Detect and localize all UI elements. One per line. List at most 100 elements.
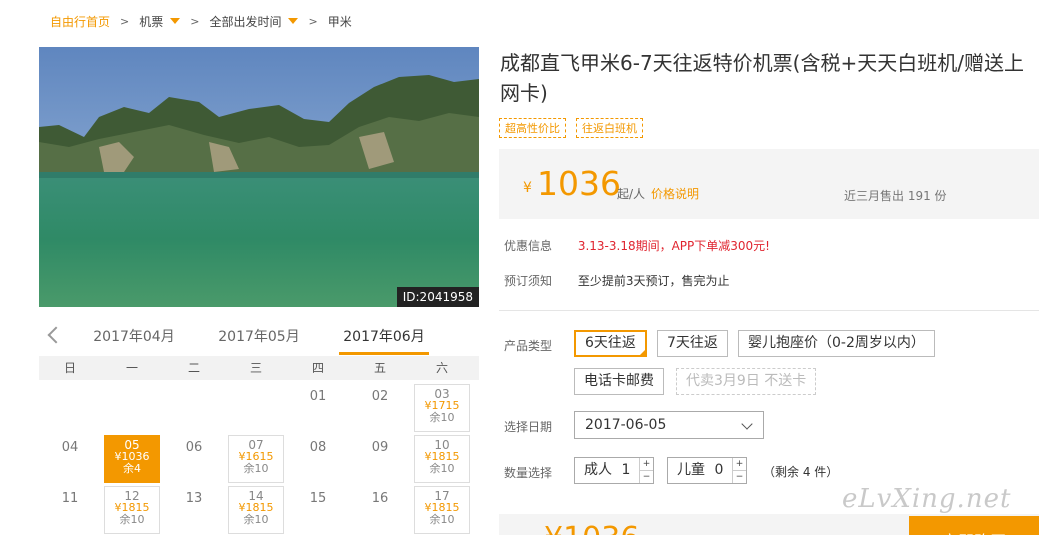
landscape-photo: [39, 47, 479, 307]
stepper-buttons: + −: [639, 458, 653, 483]
adult-label: 成人: [584, 462, 612, 478]
tab-month-april[interactable]: 2017年04月: [89, 326, 179, 346]
weekday-label: 五: [373, 361, 386, 375]
previous-month-icon[interactable]: [47, 326, 59, 342]
increment-button[interactable]: +: [733, 458, 746, 470]
calendar-day-available[interactable]: 07 ¥1615 余10: [228, 435, 284, 483]
calendar-day-available[interactable]: 12 ¥1815 余10: [104, 486, 160, 534]
notice-row: 预订须知 至少提前3天预订，售完为止: [504, 272, 729, 289]
option-7-day-return[interactable]: 7天往返: [657, 330, 728, 357]
image-id-badge: ID:2041958: [396, 287, 479, 307]
notice-text: 至少提前3天预订，售完为止: [577, 274, 730, 288]
price-box: ¥ 1036 起/人 价格说明 近三月售出 191 份: [499, 149, 1039, 219]
promo-label: 优惠信息: [504, 239, 553, 253]
child-quantity-input[interactable]: 0: [706, 458, 732, 483]
calendar-day: 08: [309, 440, 327, 455]
tab-month-may[interactable]: 2017年05月: [214, 326, 304, 346]
adult-quantity-input[interactable]: 1: [613, 458, 639, 483]
day-remaining: 余10: [429, 462, 455, 475]
child-label: 儿童: [677, 462, 705, 478]
product-photo-carousel[interactable]: ID:2041958: [39, 47, 479, 307]
chevron-right-icon: >: [308, 14, 318, 28]
promo-text: 3.13-3.18期间，APP下单减300元!: [577, 239, 770, 253]
category-label: 机票: [139, 14, 164, 29]
promo-row: 优惠信息 3.13-3.18期间，APP下单减300元!: [504, 237, 770, 254]
date-select[interactable]: 2017-06-05: [574, 411, 764, 439]
calendar-day: 01: [309, 389, 327, 404]
product-title: 成都直飞甲米6-7天往返特价机票(含税+天天白班机/赠送上网卡): [500, 51, 1024, 105]
day-remaining: 余10: [243, 462, 269, 475]
calendar-empty-cell: [101, 382, 163, 433]
day-remaining: 余10: [243, 513, 269, 526]
calendar-day: 04: [61, 440, 79, 455]
calendar-week-row: 04 05 ¥1036 余4 06 07 ¥1615 余10 08 09 10 ¥1815 余10: [39, 433, 479, 484]
site-watermark: eLvXing.net: [842, 484, 1012, 514]
day-remaining: 余10: [429, 513, 455, 526]
calendar-day-selected[interactable]: 05 ¥1036 余4: [104, 435, 160, 483]
calendar-month-tabs: 2017年04月 2017年05月 2017年06月: [39, 322, 479, 356]
category-dropdown[interactable]: 机票: [139, 13, 181, 30]
day-remaining: 余10: [119, 513, 145, 526]
calendar-day: 13: [185, 491, 203, 506]
weekday-label: 日: [63, 361, 76, 375]
calendar-grid: 01 02 03 ¥1715 余10 04 05 ¥1036 余4 06 07 ¥1615 余10 08 0…: [39, 382, 479, 535]
calendar-day-available[interactable]: 03 ¥1715 余10: [414, 384, 470, 432]
quantity-label: 数量选择: [504, 466, 553, 480]
increment-button[interactable]: +: [640, 458, 653, 470]
breadcrumb-destination: 甲米: [327, 14, 352, 29]
calendar-day-available[interactable]: 17 ¥1815 余10: [414, 486, 470, 534]
calendar-day-available[interactable]: 14 ¥1815 余10: [228, 486, 284, 534]
date-label: 选择日期: [504, 420, 553, 434]
calendar-day: 09: [371, 440, 389, 455]
calendar-empty-cell: [225, 382, 287, 433]
calendar-day: 02: [371, 389, 389, 404]
weekday-label: 二: [187, 361, 200, 375]
buy-now-button[interactable]: 立即购买: [909, 516, 1039, 535]
day-remaining: 余10: [429, 411, 455, 424]
weekday-label: 四: [311, 361, 324, 375]
calendar-empty-cell: [163, 382, 225, 433]
caret-down-icon: [170, 18, 181, 24]
decrement-button[interactable]: −: [733, 470, 746, 483]
date-value: 2017-06-05: [585, 417, 667, 433]
divider: [499, 310, 1039, 311]
price-explain-link[interactable]: 价格说明: [651, 185, 699, 202]
product-type-label: 产品类型: [504, 339, 553, 353]
breadcrumb-home-link[interactable]: 自由行首页: [50, 13, 110, 30]
weekday-label: 一: [125, 361, 138, 375]
stepper-buttons: + −: [732, 458, 746, 483]
calendar-week-row: 11 12 ¥1815 余10 13 14 ¥1815 余10 15 16 17 ¥1815 余10: [39, 484, 479, 535]
option-infant-seat[interactable]: 婴儿抱座价（0-2周岁以内）: [738, 330, 935, 357]
weekday-label: 三: [249, 361, 262, 375]
remaining-stock: （剩余 4 件）: [763, 465, 839, 479]
departure-time-label: 全部出发时间: [209, 14, 282, 29]
calendar-day: 15: [309, 491, 327, 506]
product-tags: 超高性价比 往返白班机: [499, 118, 643, 138]
option-phone-card-postage[interactable]: 电话卡邮费: [574, 368, 664, 395]
chevron-right-icon: >: [190, 14, 200, 28]
calendar-day: 16: [371, 491, 389, 506]
day-remaining: 余4: [123, 462, 141, 475]
departure-time-dropdown[interactable]: 全部出发时间: [209, 13, 299, 30]
chevron-down-icon: [741, 418, 753, 430]
calendar-week-row: 01 02 03 ¥1715 余10: [39, 382, 479, 433]
tab-month-june[interactable]: 2017年06月: [339, 326, 429, 346]
weekday-label: 六: [435, 361, 448, 375]
tag-value: 超高性价比: [499, 118, 566, 138]
active-tab-underline: [339, 352, 429, 355]
adult-quantity-stepper[interactable]: 成人 1 + −: [574, 457, 654, 484]
price-value: 1036: [537, 164, 621, 203]
sold-count: 近三月售出 191 份: [844, 189, 947, 203]
calendar-empty-cell: [39, 382, 101, 433]
calendar-day: 11: [61, 491, 79, 506]
tag-daytime-flight: 往返白班机: [576, 118, 643, 138]
breadcrumb: 自由行首页 > 机票 > 全部出发时间 > 甲米: [50, 13, 352, 29]
calendar-weekday-header: 日 一 二 三 四 五 六: [39, 356, 479, 380]
chevron-right-icon: >: [120, 14, 130, 28]
child-quantity-stepper[interactable]: 儿童 0 + −: [667, 457, 747, 484]
notice-label: 预订须知: [504, 274, 553, 288]
option-6-day-return[interactable]: 6天往返: [574, 330, 647, 357]
decrement-button[interactable]: −: [640, 470, 653, 483]
currency-symbol: ¥: [523, 180, 532, 196]
calendar-day-available[interactable]: 10 ¥1815 余10: [414, 435, 470, 483]
